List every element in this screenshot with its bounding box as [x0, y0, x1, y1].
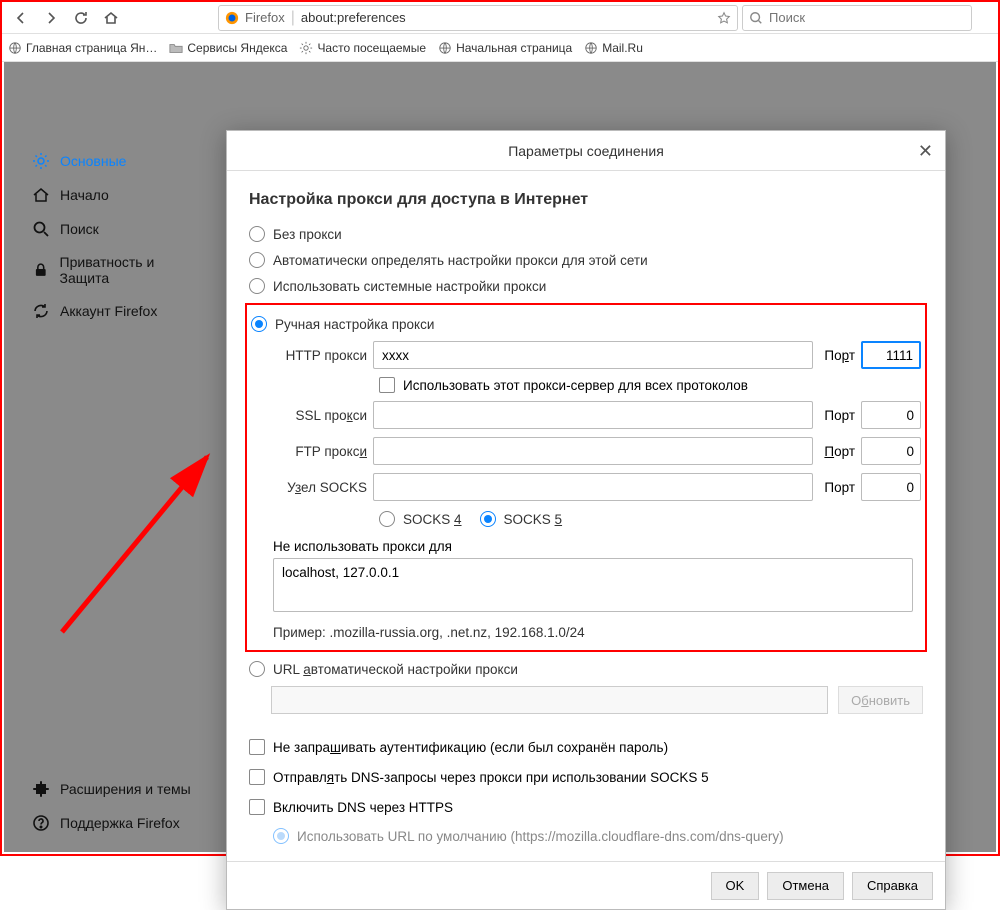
auto-url-row: Обновить	[271, 682, 923, 718]
search-bar[interactable]	[742, 5, 972, 31]
socks-port-label: Порт	[819, 480, 855, 495]
sidebar-item-search[interactable]: Поиск	[32, 212, 204, 246]
bookmark-yandex-services[interactable]: Сервисы Яндекса	[169, 41, 287, 55]
help-button[interactable]: Справка	[852, 872, 933, 900]
search-input[interactable]	[769, 10, 965, 25]
star-icon[interactable]	[717, 11, 731, 25]
sidebar-item-extensions[interactable]: Расширения и темы	[32, 772, 191, 806]
cb-dns-https[interactable]: Включить DNS через HTTPS	[249, 792, 923, 822]
search-icon	[32, 220, 50, 238]
reload-button[interactable]	[68, 5, 94, 31]
http-port-label: Порт	[819, 348, 855, 363]
manual-proxy-section: Ручная настройка прокси HTTP прокси Порт…	[245, 303, 927, 652]
radio-socks5[interactable]: SOCKS 5	[480, 511, 563, 527]
firefox-icon	[225, 11, 239, 25]
gear-icon	[299, 41, 313, 55]
puzzle-icon	[32, 780, 50, 798]
socks-version-row: SOCKS 4 SOCKS 5	[251, 505, 921, 533]
bookmark-yandex-home[interactable]: Главная страница Ян…	[8, 41, 157, 55]
radio-system[interactable]: Использовать системные настройки прокси	[249, 273, 923, 299]
radio-doh-default: Использовать URL по умолчанию (https://m…	[273, 822, 923, 850]
sidebar-item-support[interactable]: Поддержка Firefox	[32, 806, 191, 840]
ok-button[interactable]: OK	[711, 872, 760, 900]
http-proxy-input[interactable]	[373, 341, 813, 369]
noproxy-textarea[interactable]	[273, 558, 913, 612]
home-button[interactable]	[98, 5, 124, 31]
cancel-button[interactable]: Отмена	[767, 872, 844, 900]
url-text: about:preferences	[301, 10, 711, 25]
sync-icon	[32, 302, 50, 320]
noproxy-example: Пример: .mozilla-russia.org, .net.nz, 19…	[273, 625, 921, 640]
back-button[interactable]	[8, 5, 34, 31]
cb-no-auth[interactable]: Не запрашивать аутентификацию (если был …	[249, 732, 923, 762]
ssl-port-label: Порт	[819, 408, 855, 423]
refresh-button: Обновить	[838, 686, 923, 714]
radio-url-auto[interactable]: URL автоматической настройки прокси	[249, 656, 923, 682]
sidebar-item-privacy[interactable]: Приватность и Защита	[32, 246, 204, 294]
help-icon	[32, 814, 50, 832]
ftp-label: FTP прокси	[273, 444, 367, 459]
use-for-all-row[interactable]: Использовать этот прокси-сервер для всех…	[251, 373, 921, 397]
globe-icon	[438, 41, 452, 55]
ftp-proxy-row: FTP прокси Порт	[273, 433, 921, 469]
http-port-input[interactable]	[861, 341, 921, 369]
socks-proxy-input[interactable]	[373, 473, 813, 501]
close-button[interactable]: ✕	[918, 141, 933, 162]
search-icon	[749, 11, 763, 25]
http-label: HTTP прокси	[273, 348, 367, 363]
socks-label: Узел SOCKS	[273, 480, 367, 495]
cb-dns-socks[interactable]: Отправлять DNS-запросы через прокси при …	[249, 762, 923, 792]
folder-icon	[169, 41, 183, 55]
radio-socks4[interactable]: SOCKS 4	[379, 511, 462, 527]
url-prefix: Firefox	[245, 10, 285, 25]
preferences-main: Основные Начало Поиск Приватность и Защи…	[4, 62, 996, 852]
bookmark-mailru[interactable]: Mail.Ru	[584, 41, 643, 55]
globe-icon	[8, 41, 22, 55]
globe-icon	[584, 41, 598, 55]
auto-url-input	[271, 686, 828, 714]
preferences-sidebar: Основные Начало Поиск Приватность и Защи…	[4, 62, 204, 852]
socks-proxy-row: Узел SOCKS Порт	[273, 469, 921, 505]
radio-auto-detect[interactable]: Автоматически определять настройки прокс…	[249, 247, 923, 273]
bookmark-start-page[interactable]: Начальная страница	[438, 41, 572, 55]
dialog-title: Параметры соединения	[508, 143, 664, 159]
socks-port-input[interactable]	[861, 473, 921, 501]
radio-no-proxy[interactable]: Без прокси	[249, 221, 923, 247]
bookmarks-bar: Главная страница Ян… Сервисы Яндекса Час…	[2, 34, 998, 62]
ftp-proxy-input[interactable]	[373, 437, 813, 465]
radio-manual[interactable]: Ручная настройка прокси	[251, 311, 921, 337]
gear-icon	[32, 152, 50, 170]
url-bar[interactable]: Firefox | about:preferences	[218, 5, 738, 31]
dialog-heading: Настройка прокси для доступа в Интернет	[249, 191, 923, 209]
dialog-body: Настройка прокси для доступа в Интернет …	[227, 171, 945, 861]
noproxy-label: Не использовать прокси для	[251, 533, 921, 558]
forward-button[interactable]	[38, 5, 64, 31]
home-icon	[32, 186, 50, 204]
sidebar-item-general[interactable]: Основные	[32, 144, 204, 178]
ftp-port-label: Порт	[819, 444, 855, 459]
sidebar-item-home[interactable]: Начало	[32, 178, 204, 212]
bookmark-frequent[interactable]: Часто посещаемые	[299, 41, 426, 55]
ftp-port-input[interactable]	[861, 437, 921, 465]
dialog-footer: OK Отмена Справка	[227, 861, 945, 909]
ssl-proxy-input[interactable]	[373, 401, 813, 429]
screenshot-frame: Firefox | about:preferences Главная стра…	[0, 0, 1000, 856]
connection-settings-dialog: Параметры соединения ✕ Настройка прокси …	[226, 130, 946, 910]
ssl-proxy-row: SSL прокси Порт	[273, 397, 921, 433]
ssl-port-input[interactable]	[861, 401, 921, 429]
dialog-title-bar: Параметры соединения ✕	[227, 131, 945, 171]
lock-icon	[32, 261, 50, 279]
ssl-label: SSL прокси	[273, 408, 367, 423]
sidebar-item-account[interactable]: Аккаунт Firefox	[32, 294, 204, 328]
browser-toolbar: Firefox | about:preferences	[2, 2, 998, 34]
http-proxy-row: HTTP прокси Порт	[273, 337, 921, 373]
